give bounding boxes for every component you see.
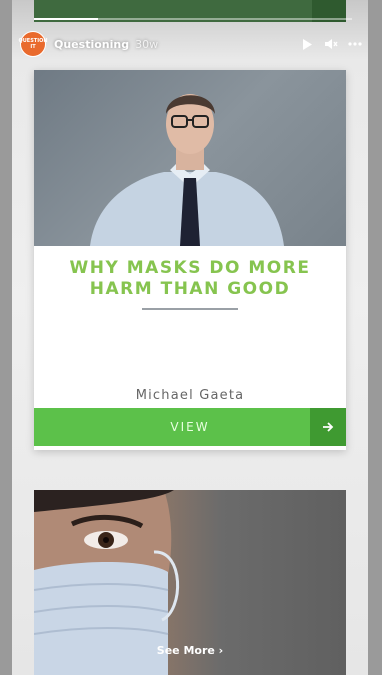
divider <box>142 308 238 310</box>
view-button-label: VIEW <box>170 420 210 434</box>
story-controls <box>300 37 362 51</box>
see-more-label: See More <box>156 644 215 657</box>
story-progress-fill <box>34 18 98 20</box>
view-button[interactable]: VIEW <box>34 408 346 446</box>
article-author: Michael Gaeta <box>135 388 245 403</box>
play-icon[interactable] <box>300 37 314 51</box>
article-photo <box>34 70 346 246</box>
headline-line-2: HARM THAN GOOD <box>89 279 291 299</box>
headline-line-1: WHY MASKS DO MORE <box>69 258 311 278</box>
post-time: 30w <box>135 37 159 51</box>
article-card[interactable]: WHY MASKS DO MORE HARM THAN GOOD Michael… <box>34 70 346 450</box>
mute-icon[interactable] <box>324 37 338 51</box>
story-progress-bar <box>34 18 352 20</box>
avatar-text: QUESTION IT <box>18 38 48 50</box>
username[interactable]: Questioning <box>54 38 129 51</box>
more-icon[interactable] <box>348 37 362 51</box>
article-headline: WHY MASKS DO MORE HARM THAN GOOD <box>34 258 346 300</box>
avatar[interactable]: QUESTION IT <box>18 31 48 57</box>
story-viewer[interactable]: QUESTION IT Questioning 30w WHY MASKS DO… <box>12 0 368 675</box>
story-header: QUESTION IT Questioning 30w <box>18 30 362 58</box>
arrow-right-icon[interactable] <box>310 408 346 446</box>
chevron-right-icon: › <box>218 644 224 657</box>
see-more-link[interactable]: See More › <box>12 644 368 657</box>
